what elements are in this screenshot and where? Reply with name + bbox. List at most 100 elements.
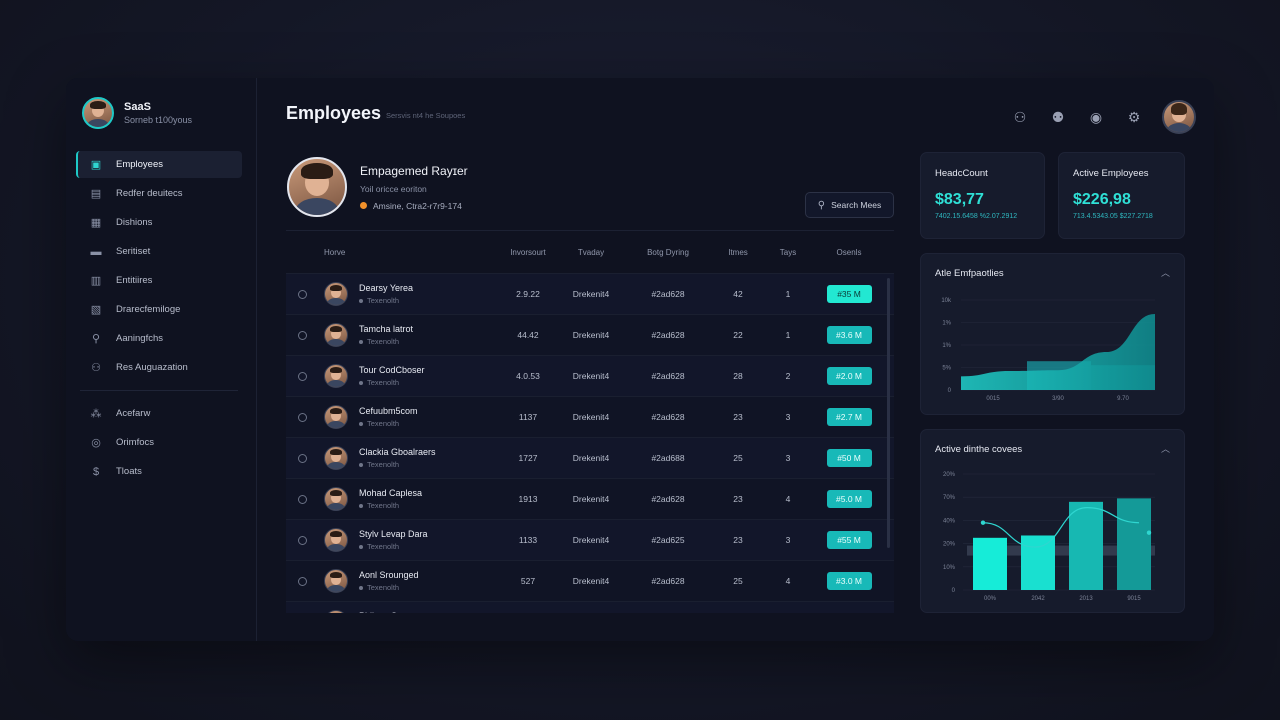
cell: 1727: [518, 453, 538, 463]
kpi-title: HeadcCount: [935, 168, 988, 179]
profile-meta: Amsine, Ctra2-r7r9-174: [360, 201, 468, 211]
y-tick-label: 40%: [943, 518, 956, 524]
bar: [1117, 498, 1151, 590]
sidebar-item-dishions[interactable]: ▦ Dishions: [76, 209, 242, 236]
user-avatar[interactable]: [1162, 100, 1196, 134]
row-radio[interactable]: [298, 330, 307, 340]
table-row[interactable]: Tour CodCboser Texenolth 4.0.53 Drekenit4 #2…: [286, 355, 894, 396]
table-row[interactable]: Aonl Srounged Texenolth 527 Drekenit4 #2ad62…: [286, 560, 894, 601]
table-row[interactable]: Phiisae SoonsonxTexenolth: [286, 601, 894, 613]
grid-icon: ▥: [90, 274, 102, 287]
employee-name: Stylv Levap Dara: [359, 529, 428, 539]
users-icon[interactable]: ⚇: [1010, 107, 1030, 127]
cell: Drekenit4: [572, 371, 610, 381]
column-header[interactable]: Tvaday: [560, 248, 622, 257]
amount-badge[interactable]: #5.0 M: [826, 490, 872, 508]
refresh-icon[interactable]: ◉: [1086, 107, 1106, 127]
employee-sub: Texenolth: [359, 378, 425, 387]
cell: 23: [733, 494, 743, 504]
table-row[interactable]: Clackia Gboalraers Texenolth 1727 Drekenit4…: [286, 437, 894, 478]
app-window: SaaS Sorneb t100yous ▣ Employees ▤ Redfe…: [66, 78, 1214, 641]
brand: SaaS Sorneb t100yous: [82, 97, 192, 129]
column-header[interactable]: Invorsourt: [496, 248, 560, 257]
table-row[interactable]: Dearsy Yerea Texenolth 2.9.22 Drekenit4 #2ad…: [286, 273, 894, 314]
cell: Drekenit4: [572, 453, 610, 463]
sidebar-item-acefarw[interactable]: ⁂ Acefarw: [76, 400, 242, 427]
kpi-sub: 7402.15.6458 %2.07.2912: [935, 213, 1018, 220]
amount-badge[interactable]: #2.0 M: [826, 367, 872, 385]
employee-sub: Texenolth: [359, 460, 436, 469]
sidebar-item-label: Tloats: [116, 466, 142, 477]
search-icon: ⚲: [817, 199, 826, 211]
employee-avatar: [324, 364, 348, 388]
area-chart-panel: Atle Emfpaotlies ︿ 10k 1% 1% 5% 0 0015 3/90 9.7…: [920, 253, 1185, 415]
sidebar-item-redfer-deuitecs[interactable]: ▤ Redfer deuitecs: [76, 180, 242, 207]
employee-sub: Texenolth: [359, 501, 422, 510]
cell: 1133: [518, 535, 538, 545]
employee-name: Clackia Gboalraers: [359, 447, 436, 457]
amount-badge[interactable]: #2.7 M: [826, 408, 872, 426]
employee-avatar: [324, 610, 348, 613]
y-tick-label: 5%: [942, 366, 951, 372]
cell: 1: [785, 330, 791, 340]
kpi-sub: 713.4.5343.05 $227.2718: [1073, 213, 1153, 220]
sidebar-item-drarecfemiloge[interactable]: ▧ Drarecfemiloge: [76, 296, 242, 323]
cell: #2ad628: [651, 330, 685, 340]
column-header[interactable]: Horve: [324, 248, 496, 257]
table-row[interactable]: Mohad Caplesa Texenolth 1913 Drekenit4 #2ad6…: [286, 478, 894, 519]
sidebar-item-tloats[interactable]: $ Tloats: [76, 458, 242, 485]
cell: 23: [733, 412, 743, 422]
sidebar-item-label: Drarecfemiloge: [116, 304, 181, 315]
row-radio[interactable]: [298, 289, 307, 299]
cell: 1137: [518, 412, 538, 422]
profile-role: Yoil oricce eoriton: [360, 183, 427, 194]
bar: [1021, 535, 1055, 590]
row-radio[interactable]: [298, 371, 307, 381]
column-header[interactable]: Botg Dyring: [622, 248, 714, 257]
row-radio[interactable]: [298, 535, 307, 545]
table-row[interactable]: Stylv Levap Dara Texenolth 1133 Drekenit4 #2…: [286, 519, 894, 560]
sidebar-item-res-auguazation[interactable]: ⚇ Res Auguazation: [76, 354, 242, 381]
row-radio[interactable]: [298, 412, 307, 422]
profile-name: Empagemed Rayɪer: [360, 163, 468, 178]
sidebar-item-employees[interactable]: ▣ Employees: [76, 151, 242, 178]
sidebar-item-label: Aaningfchs: [116, 333, 164, 344]
table-row[interactable]: Cefuubm5com Texenolth 1137 Drekenit4 #2ad628…: [286, 396, 894, 437]
y-tick-label: 10k: [941, 298, 952, 304]
amount-badge[interactable]: #35 M: [826, 285, 872, 303]
amount-badge[interactable]: #55 M: [826, 531, 872, 549]
amount-badge[interactable]: #3.6 M: [826, 326, 872, 344]
cell: 2.9.22: [516, 289, 540, 299]
status-dot-icon: [360, 202, 367, 209]
cell: #2ad688: [651, 453, 685, 463]
y-tick-label: 0: [948, 388, 952, 394]
area-chart: 10k 1% 1% 5% 0 0015 3/90 9.70: [941, 298, 1155, 402]
briefcase-icon: ▧: [90, 303, 102, 316]
sidebar-item-seritiset[interactable]: ▬ Seritiset: [76, 238, 242, 265]
column-header[interactable]: Osenls: [814, 248, 884, 257]
brand-title: SaaS: [124, 101, 151, 113]
search-button[interactable]: ⚲ Search Mees: [805, 192, 894, 218]
sidebar-item-aaningfchs[interactable]: ⚲ Aaningfchs: [76, 325, 242, 352]
amount-badge[interactable]: #3.0 M: [826, 572, 872, 590]
row-radio[interactable]: [298, 453, 307, 463]
group-icon[interactable]: ⚉: [1048, 107, 1068, 127]
table-scrollbar[interactable]: [887, 278, 890, 548]
bar-chart: 20% 70% 40% 20% 10% 0 00% 2042 2013 9015: [943, 472, 1155, 602]
sidebar-item-label: Entitiires: [116, 275, 153, 286]
amount-badge[interactable]: #50 M: [826, 449, 872, 467]
column-header[interactable]: Itmes: [714, 248, 762, 257]
cell: 3: [785, 412, 791, 422]
sidebar-item-orimfocs[interactable]: ◎ Orimfocs: [76, 429, 242, 456]
sidebar-item-entitiires[interactable]: ▥ Entitiires: [76, 267, 242, 294]
row-radio[interactable]: [298, 494, 307, 504]
table-row[interactable]: Tamcha latrot Texenolth 44.42 Drekenit4 #2ad…: [286, 314, 894, 355]
employee-avatar: [324, 487, 348, 511]
settings-icon[interactable]: ⚙: [1124, 107, 1144, 127]
brand-avatar[interactable]: [82, 97, 114, 129]
employee-name: Phiisae Soonsonx: [359, 611, 431, 613]
row-radio[interactable]: [298, 576, 307, 586]
employee-avatar: [324, 569, 348, 593]
column-header[interactable]: Tays: [762, 248, 814, 257]
cell: Drekenit4: [572, 535, 610, 545]
